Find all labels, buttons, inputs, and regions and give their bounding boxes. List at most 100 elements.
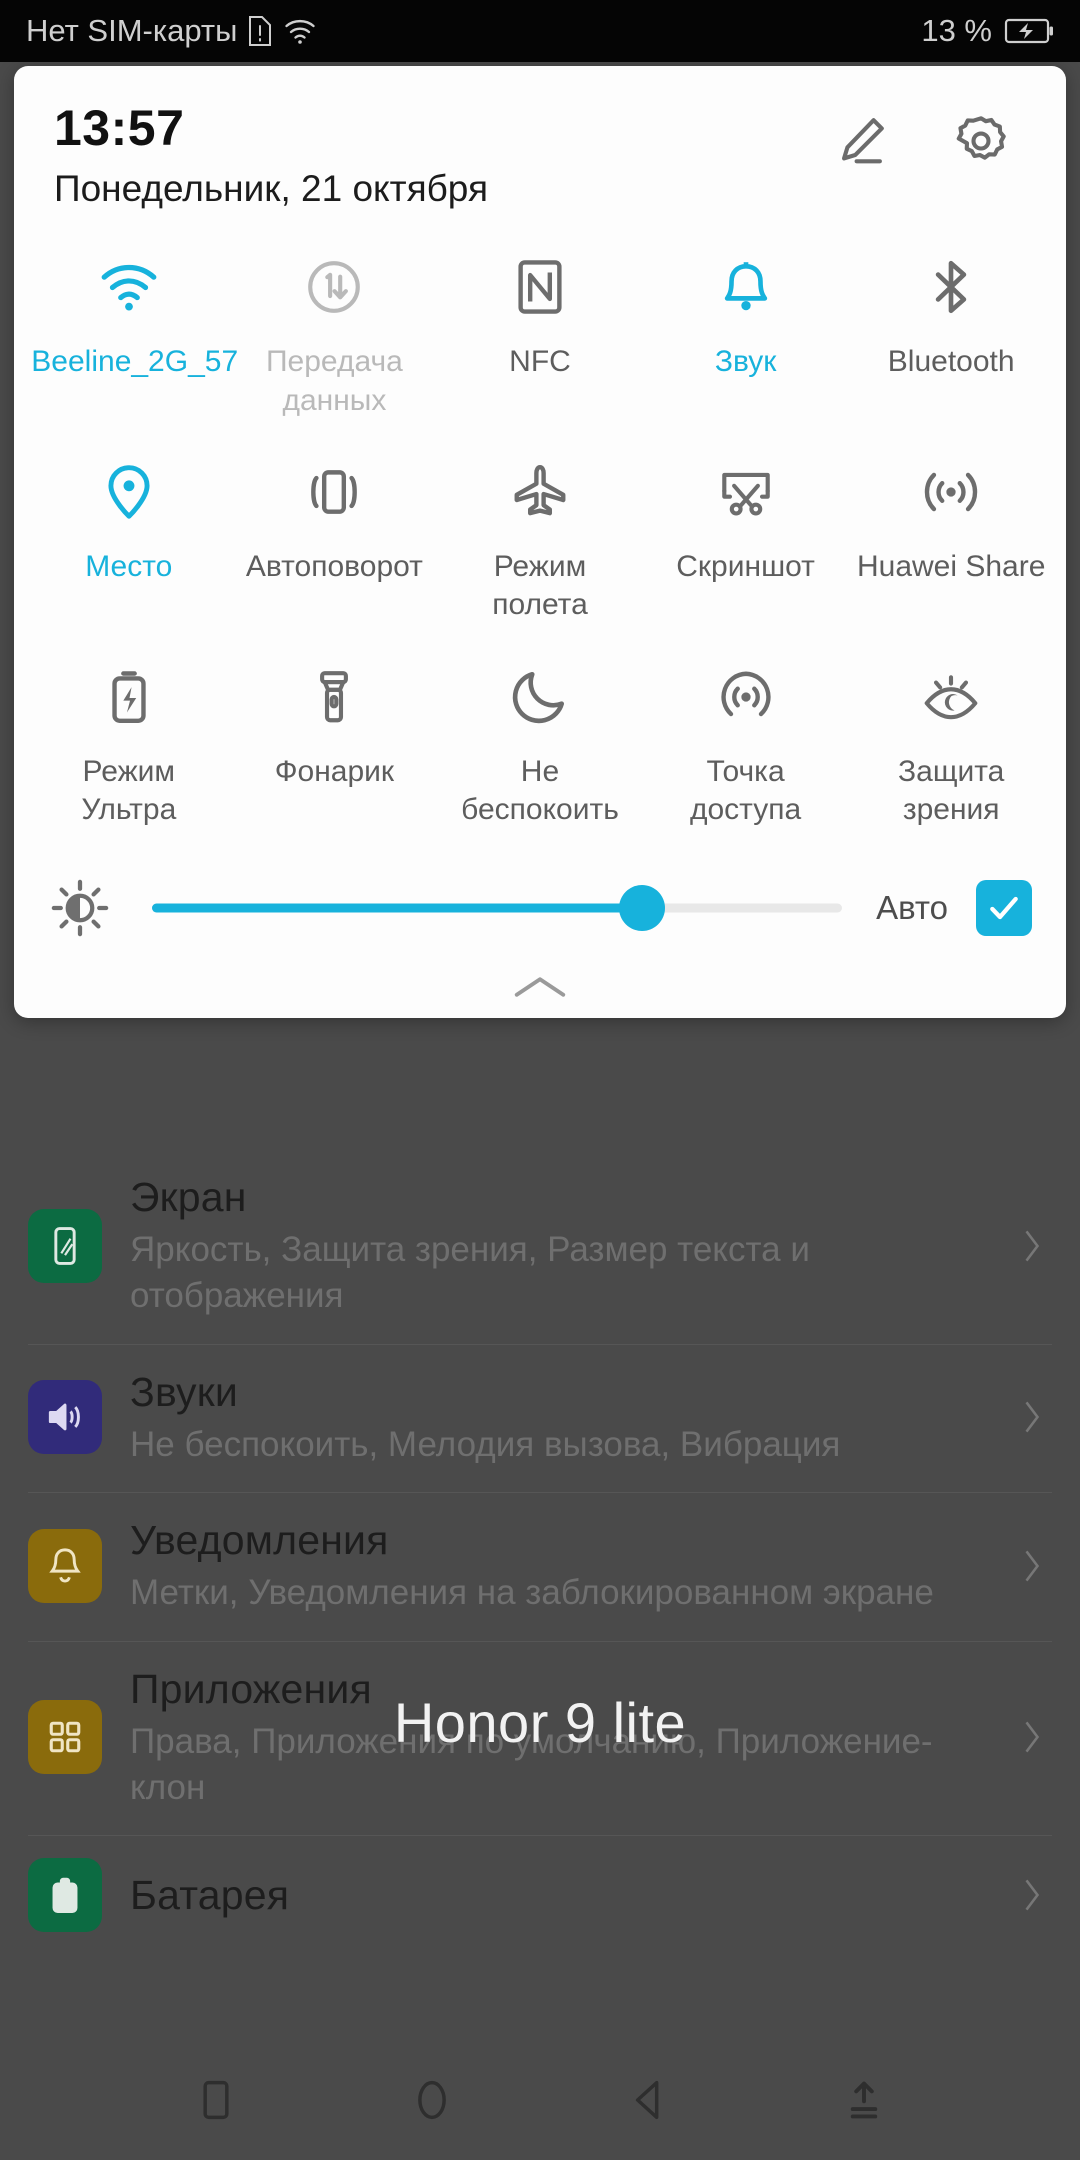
- settings-row-notifications[interactable]: Уведомления Метки, Уведомления на заблок…: [28, 1493, 1052, 1642]
- tile-nfc[interactable]: NFC: [437, 233, 643, 438]
- battery-ultra-icon: [87, 655, 171, 739]
- auto-brightness-checkbox[interactable]: [976, 879, 1032, 936]
- apps-grid-icon: [28, 1700, 102, 1775]
- tile-label: Beeline_2G_57: [31, 345, 239, 379]
- tile-sound[interactable]: Звук: [643, 233, 849, 438]
- clock-time: 13:57: [54, 100, 185, 156]
- settings-row-sounds[interactable]: Звуки Не беспокоить, Мелодия вызова, Виб…: [28, 1345, 1052, 1494]
- mobile-data-icon: [292, 245, 376, 329]
- flashlight-icon: [292, 655, 376, 739]
- tile-label: Место: [85, 549, 173, 583]
- tile-label: Не беспокоить: [461, 754, 619, 827]
- settings-row-text: Батарея: [130, 1870, 984, 1921]
- quick-settings-tiles: Beeline_2G_57 Передача данных NFC Звук B…: [14, 209, 1066, 847]
- chevron-up-icon: [514, 976, 566, 997]
- battery-charging-icon: [1004, 17, 1054, 45]
- tile-screenshot[interactable]: Скриншот: [643, 438, 849, 643]
- quick-settings-header: 13:57 Понедельник, 21 октября: [14, 66, 1066, 209]
- settings-row-title: Батарея: [130, 1871, 290, 1918]
- bell-icon: [28, 1528, 102, 1603]
- chevron-right-icon: [1012, 1717, 1052, 1757]
- pencil-edit-icon[interactable]: [832, 112, 890, 170]
- settings-row-subtitle: Метки, Уведомления на заблокированном эк…: [130, 1573, 934, 1613]
- settings-row-apps[interactable]: Приложения Права, Приложения по умолчани…: [28, 1642, 1052, 1837]
- brightness-row: Авто: [14, 848, 1066, 956]
- brightness-slider[interactable]: [152, 881, 843, 935]
- triangle-left-icon: [635, 2080, 659, 2120]
- tile-label: Huawei Share: [856, 549, 1046, 583]
- header-actions: [832, 102, 1026, 170]
- settings-row-title: Приложения: [130, 1665, 372, 1712]
- brightness-sun-icon: [48, 876, 112, 940]
- nfc-icon: [498, 245, 582, 329]
- chevron-right-icon: [1012, 1397, 1052, 1437]
- settings-row-title: Экран: [130, 1174, 247, 1220]
- airplane-icon: [498, 450, 582, 534]
- panel-collapse-handle[interactable]: [14, 956, 1066, 1018]
- quick-settings-panel: 13:57 Понедельник, 21 октября Beeline_2G…: [14, 66, 1066, 1018]
- tile-eye-comfort[interactable]: Защита зрения: [848, 643, 1054, 848]
- tile-label: Режим полета: [492, 549, 588, 622]
- tile-label: Передача данных: [265, 345, 403, 417]
- back-button[interactable]: [615, 2067, 681, 2133]
- clock-date: Понедельник, 21 октября: [54, 167, 489, 209]
- tile-mobile-data[interactable]: Передача данных: [232, 233, 438, 438]
- tile-bluetooth[interactable]: Bluetooth: [848, 233, 1054, 438]
- hotspot-icon: [704, 655, 788, 739]
- home-button[interactable]: [399, 2067, 465, 2133]
- tile-auto-rotate[interactable]: Автоповорот: [232, 438, 438, 643]
- tile-label: Точка доступа: [689, 754, 802, 827]
- tile-label: Звук: [714, 345, 777, 379]
- tile-wifi[interactable]: Beeline_2G_57: [26, 233, 239, 438]
- square-icon: [203, 2080, 229, 2120]
- settings-row-text: Экран Яркость, Защита зрения, Размер тек…: [130, 1172, 984, 1320]
- tile-location[interactable]: Место: [26, 438, 232, 643]
- tile-airplane-mode[interactable]: Режим полета: [437, 438, 643, 643]
- checkmark-icon: [990, 896, 1018, 919]
- auto-rotate-icon: [292, 450, 376, 534]
- bell-icon: [704, 245, 788, 329]
- tile-label: Защита зрения: [898, 754, 1005, 827]
- settings-row-subtitle: Не беспокоить, Мелодия вызова, Вибрация: [130, 1424, 841, 1464]
- status-bar: Нет SIM-карты 13 %: [0, 0, 1080, 62]
- gear-icon[interactable]: [952, 112, 1010, 170]
- speaker-icon: [28, 1380, 102, 1455]
- tile-label: Скриншот: [676, 549, 815, 583]
- hide-navbar-button[interactable]: [831, 2067, 897, 2133]
- settings-row-title: Звуки: [130, 1368, 238, 1415]
- battery-icon: [28, 1858, 102, 1933]
- tile-do-not-disturb[interactable]: Не беспокоить: [437, 643, 643, 848]
- settings-row-subtitle: Яркость, Защита зрения, Размер текста и …: [130, 1230, 810, 1316]
- settings-row-text: Приложения Права, Приложения по умолчани…: [130, 1664, 984, 1812]
- status-bar-left: Нет SIM-карты: [26, 13, 317, 49]
- slider-thumb[interactable]: [618, 884, 665, 931]
- wifi-icon: [87, 245, 171, 329]
- settings-row-text: Звуки Не беспокоить, Мелодия вызова, Виб…: [130, 1367, 984, 1468]
- tile-huawei-share[interactable]: Huawei Share: [848, 438, 1054, 643]
- chevron-right-icon: [1012, 1546, 1052, 1586]
- auto-brightness-label: Авто: [876, 888, 948, 926]
- huawei-share-icon: [909, 450, 993, 534]
- slider-fill: [152, 903, 642, 913]
- display-icon: [28, 1208, 102, 1283]
- settings-row-text: Уведомления Метки, Уведомления на заблок…: [130, 1515, 984, 1616]
- clock-block: 13:57 Понедельник, 21 октября: [54, 102, 832, 209]
- tile-label: NFC: [509, 345, 571, 379]
- settings-row-display[interactable]: Экран Яркость, Защита зрения, Размер тек…: [28, 1150, 1052, 1345]
- recents-button[interactable]: [183, 2067, 249, 2133]
- chevron-right-icon: [1012, 1875, 1052, 1915]
- settings-list: Экран Яркость, Защита зрения, Размер тек…: [0, 1150, 1080, 2040]
- tile-label: Автоповорот: [245, 549, 423, 583]
- tile-label: Режим Ультра: [81, 754, 177, 827]
- chevron-right-icon: [1012, 1226, 1052, 1266]
- settings-row-title: Уведомления: [130, 1517, 389, 1564]
- tile-label: Bluetooth: [887, 345, 1015, 379]
- tile-hotspot[interactable]: Точка доступа: [643, 643, 849, 848]
- settings-row-battery[interactable]: Батарея: [28, 1836, 1052, 1956]
- tile-flashlight[interactable]: Фонарик: [232, 643, 438, 848]
- location-pin-icon: [87, 450, 171, 534]
- carrier-label: Нет SIM-карты: [26, 13, 238, 48]
- moon-icon: [498, 655, 582, 739]
- settings-row-subtitle: Права, Приложения по умолчанию, Приложен…: [130, 1721, 933, 1807]
- tile-ultra-power-saving[interactable]: Режим Ультра: [26, 643, 232, 848]
